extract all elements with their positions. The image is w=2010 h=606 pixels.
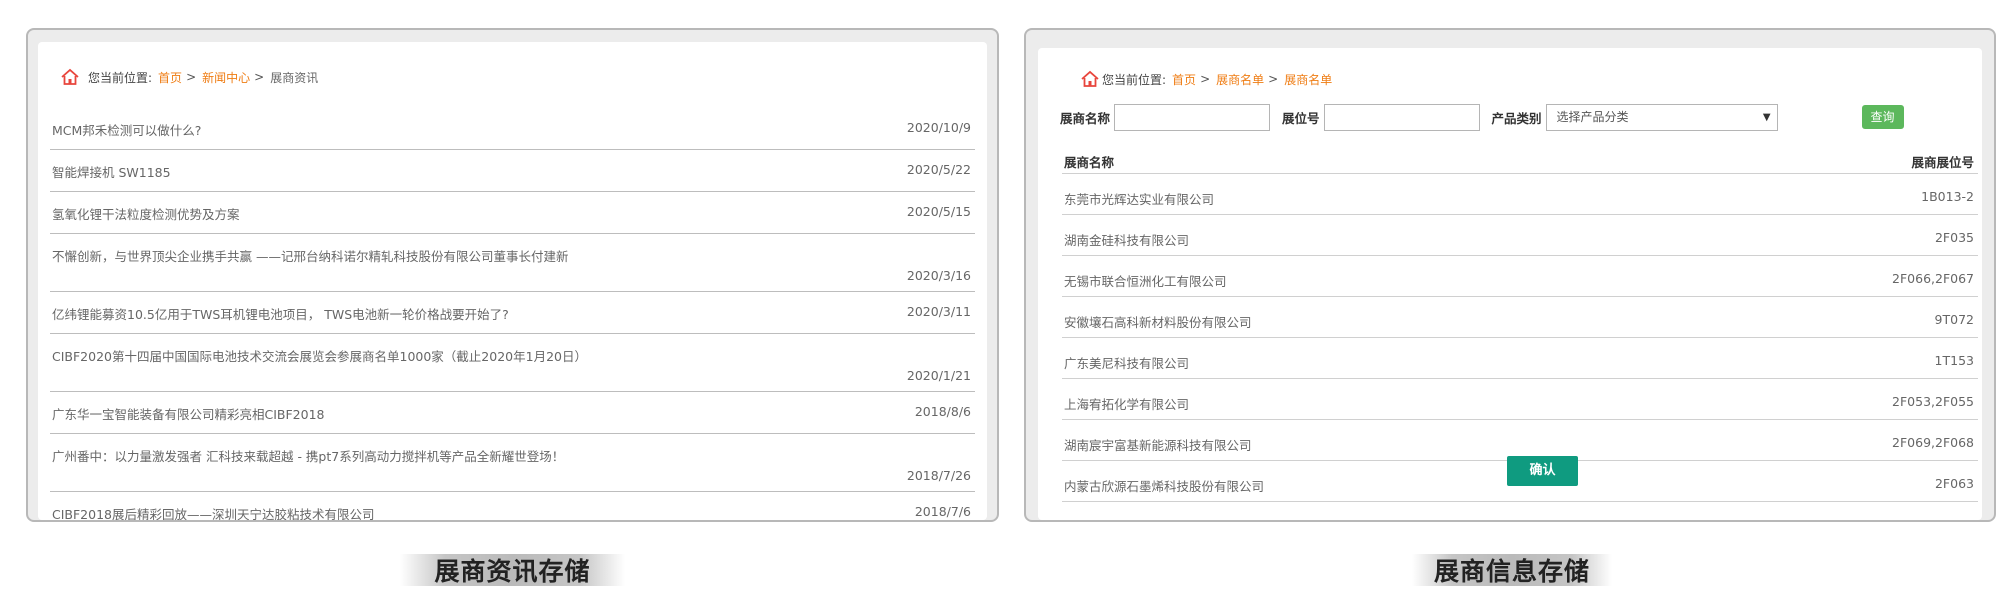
news-title[interactable]: 亿纬锂能募资10.5亿用于TWS耳机锂电池项目， TWS电池新一轮价格战要开始了… xyxy=(52,304,509,323)
exhibitor-name[interactable]: 湖南宸宇富基新能源科技有限公司 xyxy=(1064,435,1252,454)
news-date: 2018/8/6 xyxy=(914,404,971,419)
news-item[interactable]: 氢氧化锂干法粒度检测优势及方案 2020/5/15 xyxy=(50,192,975,234)
news-title[interactable]: 不懈创新，与世界顶尖企业携手共赢 ——记邢台纳科诺尔精轧科技股份有限公司董事长付… xyxy=(52,246,568,265)
exhibitor-name[interactable]: 安徽壤石高科新材料股份有限公司 xyxy=(1064,312,1252,331)
table-row[interactable]: 广东美尼科技有限公司 1T153 xyxy=(1062,338,1978,379)
news-date: 2018/7/26 xyxy=(906,468,971,483)
news-title[interactable]: 氢氧化锂干法粒度检测优势及方案 xyxy=(52,204,240,223)
news-date: 2020/3/16 xyxy=(906,268,971,283)
news-title[interactable]: 广州番中：以力量激发强者 汇科技来载超越 - 携pt7系列高动力搅拌机等产品全新… xyxy=(52,446,564,465)
product-category-selected: 选择产品分类 xyxy=(1556,109,1629,124)
news-date: 2020/3/11 xyxy=(906,304,971,319)
breadcrumb-current: 展商资讯 xyxy=(270,70,319,85)
breadcrumb-prefix: 您当前位置: xyxy=(1102,72,1167,87)
exhibitor-panel-content: 您当前位置: 首页 > 展商名单 > 展商名单 展商名称 展位号 产品类别 选择… xyxy=(1038,48,1982,520)
exhibitor-panel: 您当前位置: 首页 > 展商名单 > 展商名单 展商名称 展位号 产品类别 选择… xyxy=(1024,28,1996,522)
breadcrumb-separator: > xyxy=(1200,72,1211,86)
news-item[interactable]: 广州番中：以力量激发强者 汇科技来载超越 - 携pt7系列高动力搅拌机等产品全新… xyxy=(50,434,975,492)
booth-number: 2F069,2F068 xyxy=(1892,435,1974,450)
breadcrumb-prefix: 您当前位置: xyxy=(88,70,153,85)
news-date: 2020/5/22 xyxy=(906,162,971,177)
breadcrumb-separator: > xyxy=(1268,72,1279,86)
breadcrumb: 您当前位置: 首页 > 新闻中心 > 展商资讯 xyxy=(60,68,318,86)
booth-number: 9T072 xyxy=(1934,312,1974,327)
exhibitor-name[interactable]: 广东美尼科技有限公司 xyxy=(1064,353,1189,372)
news-title[interactable]: 广东华一宝智能装备有限公司精彩亮相CIBF2018 xyxy=(52,404,325,423)
table-header: 展商名称 展商展位号 xyxy=(1062,146,1978,174)
news-list: MCM邦禾检测可以做什么? 2020/10/9 智能焊接机 SW1185 202… xyxy=(50,108,975,520)
caption-news-storage: 展商资讯存储 xyxy=(400,554,625,586)
news-item[interactable]: 亿纬锂能募资10.5亿用于TWS耳机锂电池项目， TWS电池新一轮价格战要开始了… xyxy=(50,292,975,334)
column-header-exhibitor-name: 展商名称 xyxy=(1064,155,1115,170)
table-row[interactable]: 上海宥拓化学有限公司 2F053,2F055 xyxy=(1062,379,1978,420)
news-item[interactable]: CIBF2018展后精彩回放——深圳天宁达胶粘技术有限公司 2018/7/6 xyxy=(50,492,975,520)
news-date: 2020/10/9 xyxy=(906,120,971,135)
breadcrumb-separator: > xyxy=(186,70,197,84)
booth-number: 2F053,2F055 xyxy=(1892,394,1974,409)
news-item[interactable]: 不懈创新，与世界顶尖企业携手共赢 ——记邢台纳科诺尔精轧科技股份有限公司董事长付… xyxy=(50,234,975,292)
breadcrumb-link-news-center[interactable]: 新闻中心 xyxy=(202,69,250,86)
exhibitor-table: 展商名称 展商展位号 东莞市光辉达实业有限公司 1B013-2 湖南金硅科技有限… xyxy=(1062,146,1978,502)
breadcrumb-link-exhibitor-list[interactable]: 展商名单 xyxy=(1216,71,1264,88)
product-category-label: 产品类别 xyxy=(1491,110,1542,126)
home-icon[interactable] xyxy=(60,68,80,86)
news-title[interactable]: CIBF2018展后精彩回放——深圳天宁达胶粘技术有限公司 xyxy=(52,504,375,520)
exhibitor-name-label: 展商名称 xyxy=(1060,110,1111,126)
news-panel: 您当前位置: 首页 > 新闻中心 > 展商资讯 MCM邦禾检测可以做什么? 20… xyxy=(26,28,999,522)
exhibitor-name[interactable]: 内蒙古欣源石墨烯科技股份有限公司 xyxy=(1064,476,1264,495)
exhibitor-name[interactable]: 无锡市联合恒洲化工有限公司 xyxy=(1064,271,1227,290)
news-item[interactable]: 广东华一宝智能装备有限公司精彩亮相CIBF2018 2018/8/6 xyxy=(50,392,975,434)
news-title[interactable]: MCM邦禾检测可以做什么? xyxy=(52,120,201,139)
query-button[interactable]: 查询 xyxy=(1861,105,1904,129)
booth-number-label: 展位号 xyxy=(1282,110,1320,126)
exhibitor-name[interactable]: 东莞市光辉达实业有限公司 xyxy=(1064,189,1214,208)
news-date: 2020/5/15 xyxy=(906,204,971,219)
breadcrumb: 您当前位置: 首页 > 展商名单 > 展商名单 xyxy=(1080,70,1332,88)
column-header-booth-number: 展商展位号 xyxy=(1911,155,1974,170)
booth-number: 1T153 xyxy=(1934,353,1974,368)
caption-exhibitor-storage: 展商信息存储 xyxy=(1412,554,1612,586)
booth-number: 2F035 xyxy=(1934,230,1974,245)
news-item[interactable]: 智能焊接机 SW1185 2020/5/22 xyxy=(50,150,975,192)
news-title[interactable]: CIBF2020第十四届中国国际电池技术交流会展览会参展商名单1000家（截止2… xyxy=(52,346,587,365)
table-row[interactable]: 安徽壤石高科新材料股份有限公司 9T072 xyxy=(1062,297,1978,338)
home-icon[interactable] xyxy=(1080,70,1100,88)
news-title[interactable]: 智能焊接机 SW1185 xyxy=(52,162,171,181)
breadcrumb-link-home[interactable]: 首页 xyxy=(158,69,182,86)
booth-number: 1B013-2 xyxy=(1921,189,1974,204)
booth-number: 2F066,2F067 xyxy=(1892,271,1974,286)
news-date: 2018/7/6 xyxy=(914,504,971,519)
dropdown-arrow-icon: ▼ xyxy=(1762,111,1771,123)
booth-number-input[interactable] xyxy=(1323,103,1480,131)
breadcrumb-current: 展商名单 xyxy=(1284,72,1333,87)
news-panel-content: 您当前位置: 首页 > 新闻中心 > 展商资讯 MCM邦禾检测可以做什么? 20… xyxy=(38,42,987,520)
table-row[interactable]: 无锡市联合恒洲化工有限公司 2F066,2F067 xyxy=(1062,256,1978,297)
product-category-select[interactable]: 选择产品分类 ▼ xyxy=(1545,103,1778,131)
exhibitor-name[interactable]: 湖南金硅科技有限公司 xyxy=(1064,230,1189,249)
exhibitor-name-input[interactable] xyxy=(1114,103,1271,131)
news-item[interactable]: MCM邦禾检测可以做什么? 2020/10/9 xyxy=(50,108,975,150)
breadcrumb-separator: > xyxy=(254,70,265,84)
search-form: 展商名称 展位号 产品类别 选择产品分类 ▼ 查询 xyxy=(1060,102,1942,132)
table-row[interactable]: 东莞市光辉达实业有限公司 1B013-2 xyxy=(1062,174,1978,215)
table-row[interactable]: 湖南金硅科技有限公司 2F035 xyxy=(1062,215,1978,256)
breadcrumb-link-home[interactable]: 首页 xyxy=(1172,71,1196,88)
booth-number: 2F063 xyxy=(1934,476,1974,491)
table-row[interactable]: 湖南宸宇富基新能源科技有限公司 2F069,2F068 xyxy=(1062,420,1978,461)
confirm-button[interactable]: 确认 xyxy=(1507,456,1578,486)
exhibitor-name[interactable]: 上海宥拓化学有限公司 xyxy=(1064,394,1189,413)
news-date: 2020/1/21 xyxy=(906,368,971,383)
news-item[interactable]: CIBF2020第十四届中国国际电池技术交流会展览会参展商名单1000家（截止2… xyxy=(50,334,975,392)
